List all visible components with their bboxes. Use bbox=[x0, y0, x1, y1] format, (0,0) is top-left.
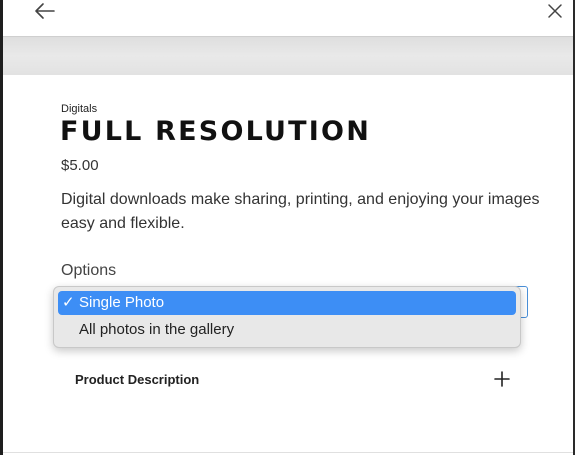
close-icon bbox=[548, 4, 562, 18]
product-category: Digitals bbox=[61, 103, 98, 115]
plus-icon bbox=[494, 371, 510, 387]
option-single-photo[interactable]: ✓ Single Photo bbox=[58, 291, 516, 315]
top-bar bbox=[3, 0, 573, 37]
back-button[interactable] bbox=[33, 2, 57, 20]
option-label: All photos in the gallery bbox=[79, 321, 235, 338]
product-description-text: Digital downloads make sharing, printing… bbox=[61, 191, 540, 232]
options-label: Options bbox=[61, 262, 117, 279]
product-title: FULL RESOLUTION bbox=[60, 116, 371, 147]
divider bbox=[3, 452, 573, 453]
arrow-left-icon bbox=[35, 3, 55, 19]
close-button[interactable] bbox=[546, 2, 564, 20]
expand-button[interactable] bbox=[493, 370, 511, 388]
image-banner bbox=[3, 37, 573, 75]
options-dropdown-menu: ✓ Single Photo All photos in the gallery bbox=[53, 286, 521, 348]
product-price: $5.00 bbox=[61, 157, 99, 174]
checkmark-icon: ✓ bbox=[62, 294, 75, 311]
product-description-heading[interactable]: Product Description bbox=[75, 372, 199, 387]
option-label: Single Photo bbox=[79, 294, 165, 311]
option-all-photos[interactable]: All photos in the gallery bbox=[58, 318, 516, 342]
